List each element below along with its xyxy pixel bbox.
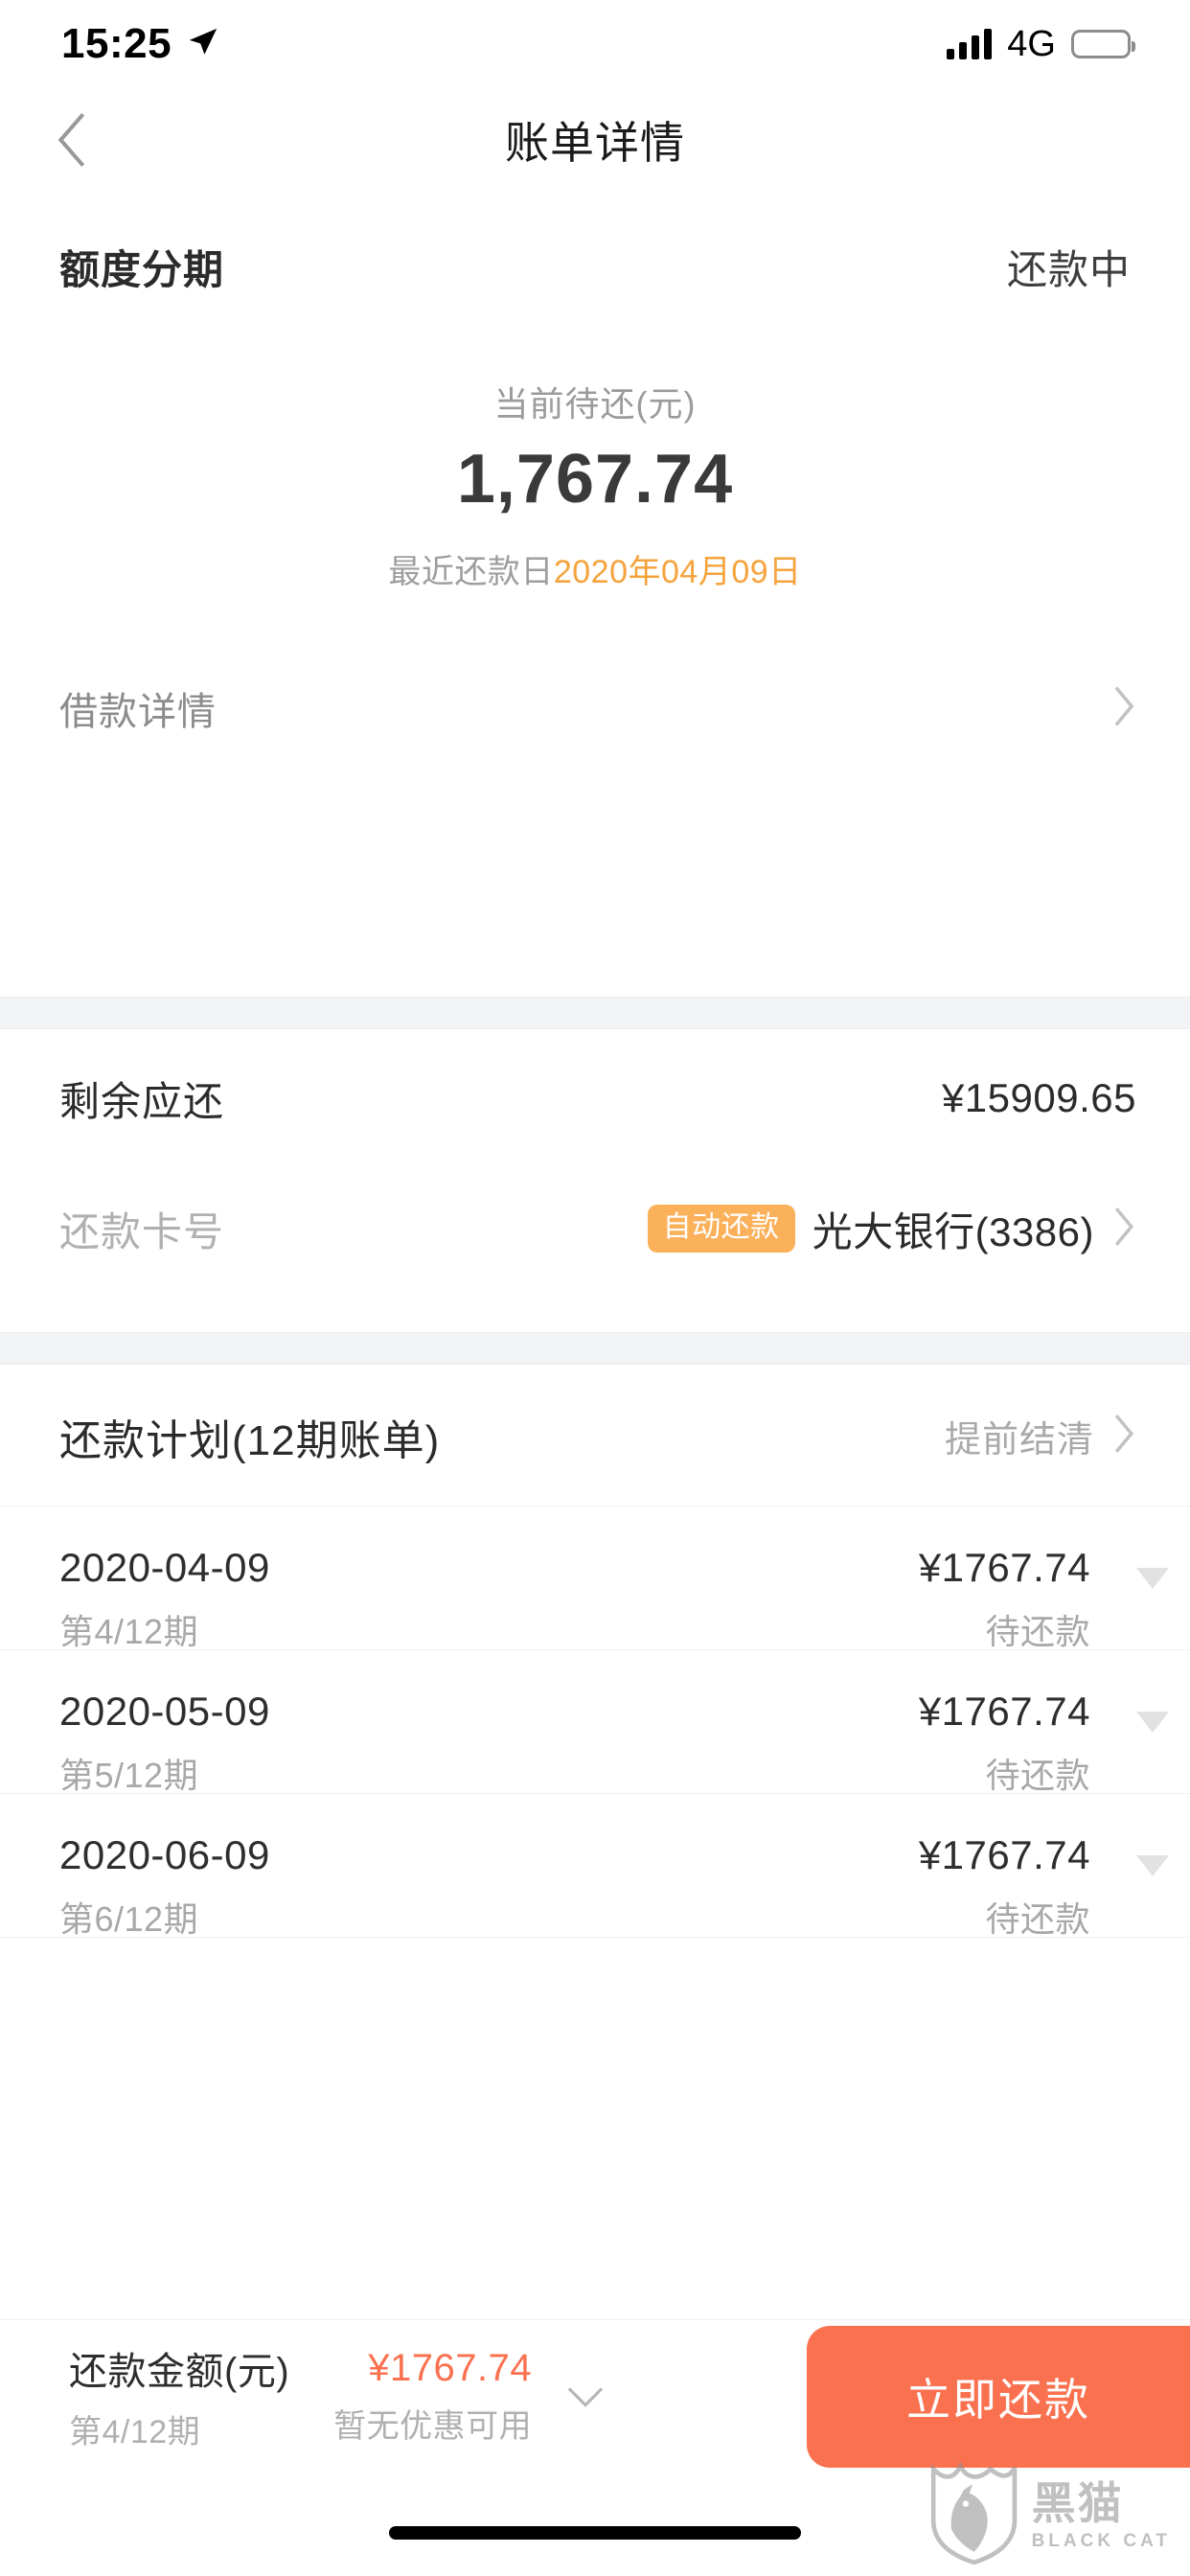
installment-amount: ¥1767.74 (918, 1689, 1090, 1734)
status-bar-right: 4G (947, 23, 1135, 65)
location-arrow-icon (187, 26, 219, 63)
installment-amount: ¥1767.74 (918, 1545, 1090, 1590)
repayment-card-value: 光大银行(3386) (812, 1208, 1094, 1254)
battery-icon (1071, 30, 1135, 58)
installment-term: 第5/12期 (59, 1756, 199, 1795)
loan-detail-row[interactable]: 借款详情 (0, 652, 1190, 765)
network-type-label: 4G (1007, 23, 1056, 64)
early-settlement-label: 提前结清 (944, 1420, 1094, 1460)
installment-date: 2020-05-09 (59, 1689, 270, 1734)
section-divider-2 (0, 1332, 1190, 1365)
pay-amount-values: ¥1767.74 暂无优惠可用 (333, 2347, 532, 2447)
summary-section: 额度分期 还款中 当前待还(元) 1,767.74 最近还款日2020年04月0… (0, 192, 1190, 765)
navigation-bar: 账单详情 (0, 88, 1190, 192)
bottom-action-bar: 还款金额(元) 第4/12期 ¥1767.74 暂无优惠可用 立即还款 (0, 2319, 1190, 2472)
table-row[interactable]: 2020-06-09 ¥1767.74 第6/12期 待还款 (0, 1794, 1190, 1939)
remaining-due-value: ¥15909.65 (941, 1075, 1136, 1120)
chevron-down-icon (567, 2386, 604, 2407)
pay-now-button[interactable]: 立即还款 (807, 2326, 1190, 2468)
pay-amount-value: ¥1767.74 (368, 2346, 533, 2389)
expand-pay-detail-button[interactable] (559, 2370, 612, 2424)
chevron-right-icon (1111, 684, 1136, 733)
installment-bottom: 第4/12期 待还款 (59, 1604, 1136, 1654)
home-indicator[interactable] (389, 2526, 801, 2540)
chevron-left-icon (57, 113, 85, 167)
pay-amount-label: 还款金额(元) (69, 2351, 290, 2393)
chevron-right-icon (1111, 1413, 1136, 1460)
installment-bottom: 第5/12期 待还款 (59, 1748, 1136, 1798)
installment-status: 待还款 (985, 1612, 1090, 1651)
current-due-amount: 1,767.74 (456, 441, 734, 518)
installment-status: 待还款 (985, 1899, 1090, 1939)
back-button[interactable] (38, 106, 105, 173)
repayment-plan-header[interactable]: 还款计划(12期账单) 提前结清 (0, 1367, 1190, 1506)
pay-term-label: 第4/12期 (69, 2414, 201, 2450)
installment-status: 待还款 (985, 1756, 1090, 1795)
current-due-block: 当前待还(元) 1,767.74 最近还款日2020年04月09日 (0, 377, 1190, 592)
due-date-line: 最近还款日2020年04月09日 (0, 545, 1190, 592)
repayment-card-right: 自动还款 光大银行(3386) (647, 1200, 1136, 1258)
status-time: 15:25 (61, 20, 172, 67)
pay-amount-info: 还款金额(元) 第4/12期 (0, 2340, 289, 2452)
page-title: 账单详情 (505, 118, 685, 168)
remaining-due-label: 剩余应还 (59, 1078, 225, 1124)
early-settlement-group[interactable]: 提前结清 (945, 1410, 1136, 1462)
triangle-down-icon[interactable] (1136, 1567, 1169, 1589)
due-date-value: 2020年04月09日 (553, 554, 802, 590)
auto-repay-badge: 自动还款 (647, 1205, 795, 1253)
promo-status-label: 暂无优惠可用 (333, 2407, 533, 2445)
phone-screen: 15:25 4G 账单详情 额度分期 还款中 当前待还(元) 1,767.74 (0, 0, 1190, 2576)
repayment-card-label: 还款卡号 (59, 1208, 225, 1254)
product-name: 额度分期 (59, 247, 225, 292)
table-row[interactable]: 2020-04-09 ¥1767.74 第4/12期 待还款 (0, 1506, 1190, 1651)
installment-term: 第6/12期 (59, 1899, 199, 1939)
installment-date: 2020-04-09 (59, 1545, 270, 1590)
repayment-plan-title: 还款计划(12期账单) (59, 1416, 441, 1464)
remaining-due-row: 剩余应还 ¥15909.65 (0, 1031, 1190, 1165)
triangle-down-icon[interactable] (1136, 1711, 1169, 1733)
installment-date: 2020-06-09 (59, 1832, 270, 1877)
home-indicator-area (0, 2472, 1190, 2576)
chevron-right-icon (1111, 1206, 1136, 1253)
current-due-label: 当前待还(元) (493, 384, 697, 424)
due-date-label: 最近还款日 (388, 554, 554, 590)
installment-top: 2020-05-09 ¥1767.74 (59, 1689, 1136, 1735)
installment-top: 2020-04-09 ¥1767.74 (59, 1545, 1136, 1591)
balance-panel: 剩余应还 ¥15909.65 还款卡号 自动还款 光大银行(3386) (0, 1031, 1190, 1292)
loan-detail-label: 借款详情 (59, 691, 217, 733)
status-bar-left: 15:25 (61, 20, 219, 68)
installment-top: 2020-06-09 ¥1767.74 (59, 1832, 1136, 1878)
triangle-down-icon[interactable] (1136, 1854, 1169, 1876)
section-divider-1 (0, 997, 1190, 1029)
repayment-plan-panel: 还款计划(12期账单) 提前结清 2020-04-09 ¥1767.74 第4/… (0, 1367, 1190, 1939)
status-badge: 还款中 (1006, 247, 1131, 292)
signal-bars-icon (947, 29, 993, 59)
repayment-card-row[interactable]: 还款卡号 自动还款 光大银行(3386) (0, 1165, 1190, 1292)
table-row[interactable]: 2020-05-09 ¥1767.74 第5/12期 待还款 (0, 1650, 1190, 1795)
installment-term: 第4/12期 (59, 1612, 199, 1651)
installment-bottom: 第6/12期 待还款 (59, 1892, 1136, 1942)
installment-amount: ¥1767.74 (918, 1832, 1090, 1877)
product-status-row: 额度分期 还款中 (0, 192, 1190, 296)
status-bar: 15:25 4G (0, 0, 1190, 88)
